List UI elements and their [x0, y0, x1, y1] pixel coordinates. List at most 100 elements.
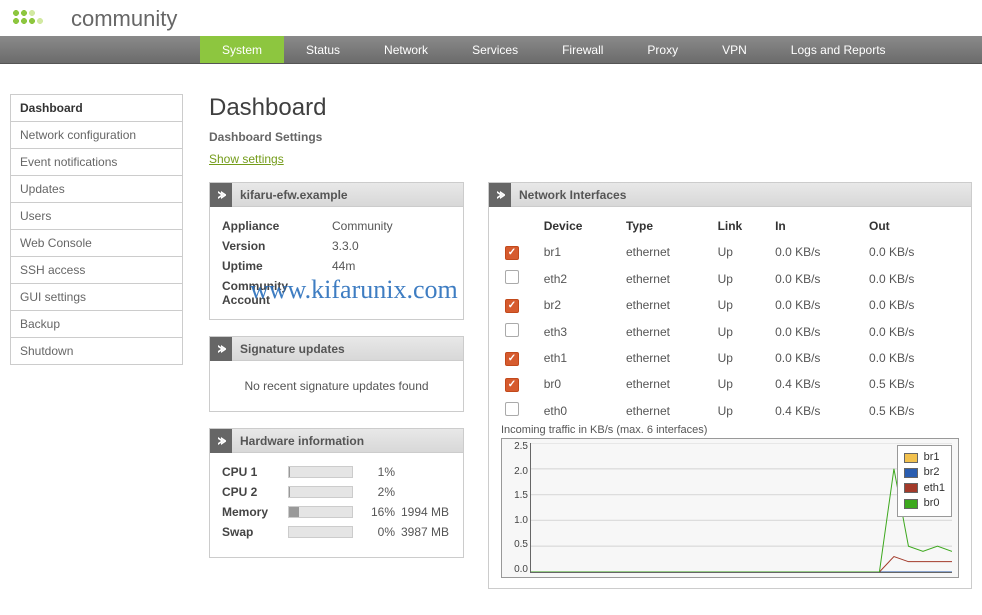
interface-checkbox[interactable]	[505, 352, 519, 366]
device-in: 0.0 KB/s	[771, 239, 865, 265]
legend-label: br2	[924, 465, 940, 480]
device-type: ethernet	[622, 318, 714, 345]
dashboard-settings-heading: Dashboard Settings	[209, 130, 972, 144]
device-in: 0.0 KB/s	[771, 345, 865, 371]
device-name[interactable]: eth3	[540, 318, 622, 345]
hw-label: CPU 1	[222, 465, 282, 479]
hw-extra: 3987 MB	[401, 525, 451, 539]
signature-panel-title: Signature updates	[232, 342, 345, 356]
progress-bar	[288, 466, 353, 478]
interface-checkbox[interactable]	[505, 402, 519, 416]
nav-services[interactable]: Services	[450, 36, 540, 63]
device-out: 0.0 KB/s	[865, 345, 959, 371]
interface-checkbox[interactable]	[505, 246, 519, 260]
signature-updates-panel: Signature updates No recent signature up…	[209, 336, 464, 412]
hw-extra: 1994 MB	[401, 505, 451, 519]
interface-checkbox[interactable]	[505, 270, 519, 284]
hardware-panel-title: Hardware information	[232, 434, 364, 448]
legend-label: eth1	[924, 481, 945, 496]
device-name[interactable]: eth1	[540, 345, 622, 371]
progress-bar	[288, 486, 353, 498]
device-link: Up	[714, 239, 772, 265]
uptime-value: 44m	[332, 259, 451, 273]
device-in: 0.0 KB/s	[771, 265, 865, 292]
network-table: DeviceTypeLinkInOutbr1ethernetUp0.0 KB/s…	[501, 213, 959, 424]
hw-pct: 1%	[359, 465, 395, 479]
device-link: Up	[714, 265, 772, 292]
version-label: Version	[222, 239, 332, 253]
device-type: ethernet	[622, 371, 714, 397]
nav-system[interactable]: System	[200, 36, 284, 63]
progress-bar	[288, 526, 353, 538]
net-col-type: Type	[622, 213, 714, 239]
device-out: 0.5 KB/s	[865, 371, 959, 397]
sidebar-item-ssh-access[interactable]: SSH access	[10, 257, 183, 284]
y-tick: 1.0	[514, 515, 528, 526]
hw-label: Memory	[222, 505, 282, 519]
appliance-value: Community	[332, 219, 451, 233]
sidebar-item-gui-settings[interactable]: GUI settings	[10, 284, 183, 311]
device-name[interactable]: br0	[540, 371, 622, 397]
device-type: ethernet	[622, 239, 714, 265]
chart-legend: br1br2eth1br0	[897, 445, 952, 517]
show-settings-link[interactable]: Show settings	[209, 152, 284, 166]
interface-checkbox[interactable]	[505, 299, 519, 313]
device-name[interactable]: eth2	[540, 265, 622, 292]
sidebar-item-updates[interactable]: Updates	[10, 176, 183, 203]
legend-item: br2	[904, 465, 945, 480]
net-row: br0ethernetUp0.4 KB/s0.5 KB/s	[501, 371, 959, 397]
net-row: br2ethernetUp0.0 KB/s0.0 KB/s	[501, 292, 959, 318]
net-col-in: In	[771, 213, 865, 239]
net-row: eth2ethernetUp0.0 KB/s0.0 KB/s	[501, 265, 959, 292]
device-in: 0.4 KB/s	[771, 397, 865, 424]
device-out: 0.5 KB/s	[865, 397, 959, 424]
device-link: Up	[714, 318, 772, 345]
sidebar-item-network-configuration[interactable]: Network configuration	[10, 122, 183, 149]
sidebar-item-web-console[interactable]: Web Console	[10, 230, 183, 257]
net-col-link: Link	[714, 213, 772, 239]
nav-firewall[interactable]: Firewall	[540, 36, 625, 63]
uptime-label: Uptime	[222, 259, 332, 273]
progress-bar	[288, 506, 353, 518]
device-in: 0.0 KB/s	[771, 292, 865, 318]
device-name[interactable]: eth0	[540, 397, 622, 424]
nav-status[interactable]: Status	[284, 36, 362, 63]
legend-label: br1	[924, 450, 940, 465]
legend-swatch	[904, 453, 918, 463]
hw-row: Swap0%3987 MB	[222, 525, 451, 539]
device-type: ethernet	[622, 397, 714, 424]
collapse-button[interactable]	[210, 337, 232, 361]
sidebar-item-users[interactable]: Users	[10, 203, 183, 230]
nav-vpn[interactable]: VPN	[700, 36, 769, 63]
content: Dashboard Dashboard Settings Show settin…	[209, 94, 972, 605]
sidebar-item-backup[interactable]: Backup	[10, 311, 183, 338]
nav-logs-and-reports[interactable]: Logs and Reports	[769, 36, 908, 63]
traffic-chart: 2.52.01.51.00.50.0 br1br2eth1br0	[501, 438, 959, 578]
sidebar: DashboardNetwork configurationEvent noti…	[10, 94, 183, 605]
nav-proxy[interactable]: Proxy	[625, 36, 700, 63]
device-in: 0.0 KB/s	[771, 318, 865, 345]
sidebar-item-event-notifications[interactable]: Event notifications	[10, 149, 183, 176]
sidebar-item-shutdown[interactable]: Shutdown	[10, 338, 183, 365]
device-out: 0.0 KB/s	[865, 318, 959, 345]
interface-checkbox[interactable]	[505, 323, 519, 337]
version-value: 3.3.0	[332, 239, 451, 253]
host-panel-title: kifaru-efw.example	[232, 188, 348, 202]
collapse-button[interactable]	[210, 429, 232, 453]
sidebar-item-dashboard[interactable]: Dashboard	[10, 94, 183, 122]
device-name[interactable]: br1	[540, 239, 622, 265]
device-link: Up	[714, 371, 772, 397]
interface-checkbox[interactable]	[505, 378, 519, 392]
hardware-panel: Hardware information CPU 11%CPU 22%Memor…	[209, 428, 464, 558]
collapse-button[interactable]	[210, 183, 232, 207]
nav-network[interactable]: Network	[362, 36, 450, 63]
device-name[interactable]: br2	[540, 292, 622, 318]
net-row: eth1ethernetUp0.0 KB/s0.0 KB/s	[501, 345, 959, 371]
collapse-button[interactable]	[489, 183, 511, 207]
device-type: ethernet	[622, 265, 714, 292]
network-interfaces-panel: Network Interfaces DeviceTypeLinkInOutbr…	[488, 182, 972, 589]
device-type: ethernet	[622, 345, 714, 371]
legend-swatch	[904, 483, 918, 493]
net-col-device: Device	[540, 213, 622, 239]
legend-swatch	[904, 499, 918, 509]
